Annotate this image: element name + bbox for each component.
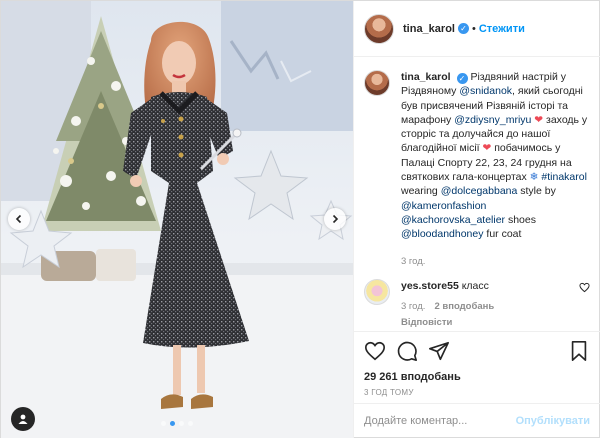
mention-link[interactable]: @dolcegabbana <box>441 185 518 197</box>
comment-meta: 3 год. 2 вподобань <box>401 300 563 314</box>
user-tag-icon <box>18 414 28 424</box>
caption-time[interactable]: 3 год. <box>401 255 590 269</box>
carousel-indicator <box>1 421 353 426</box>
like-comment-heart-icon[interactable] <box>579 282 590 293</box>
chevron-left-icon <box>15 214 22 224</box>
comment-username[interactable]: yes.store55 <box>401 280 459 292</box>
mention-link[interactable]: @kachorovska_atelier <box>401 214 505 226</box>
caption-text: fur coat <box>483 228 522 241</box>
comment-body: yes.store55 класс 3 год. 2 вподобань Від… <box>401 279 563 330</box>
caption-username[interactable]: tina_karol <box>401 71 451 83</box>
avatar[interactable] <box>364 278 390 305</box>
post-header: tina_karol ✓ • Стежити <box>354 1 600 57</box>
comment-icon[interactable] <box>396 340 418 362</box>
post-card: tina_karol ✓ • Стежити tina_karol ✓ Різд… <box>0 0 600 438</box>
caption: tina_karol ✓ Різдвяний настрій у Різдвян… <box>401 70 590 269</box>
mention-link[interactable]: @bloodandhoney <box>401 228 483 240</box>
post-actions: 29 261 вподобань 3 ГОД ТОМУ <box>354 331 600 397</box>
comments-section[interactable]: tina_karol ✓ Різдвяний настрій у Різдвян… <box>354 58 600 330</box>
caption-text: shoes <box>505 213 536 226</box>
mention-link[interactable]: @zdiysny_mriyu <box>454 114 531 126</box>
publish-button[interactable]: Опублікувати <box>516 415 590 427</box>
comment-row: yes.store55 класс 3 год. 2 вподобань Від… <box>364 278 590 330</box>
caption-text: style by <box>517 185 556 198</box>
separator: • <box>471 22 476 35</box>
carousel-dot <box>179 421 184 426</box>
add-comment-bar: Опублікувати <box>354 403 600 438</box>
heart-icon[interactable] <box>364 340 386 362</box>
verified-badge-icon: ✓ <box>457 23 469 34</box>
likes-count[interactable]: 29 261 вподобань <box>364 371 590 383</box>
post-details-panel: tina_karol ✓ • Стежити tina_karol ✓ Різд… <box>353 1 600 438</box>
mention-link[interactable]: @kameronfashion <box>401 200 486 212</box>
username-link[interactable]: tina_karol <box>403 23 455 35</box>
carousel-dot <box>161 421 166 426</box>
caption-row: tina_karol ✓ Різдвяний настрій у Різдвян… <box>364 70 590 269</box>
share-icon[interactable] <box>428 340 450 362</box>
post-photo[interactable] <box>1 1 353 438</box>
comment-likes[interactable]: 2 вподобань <box>434 300 494 314</box>
snowflake-icon: ❄ <box>529 171 539 184</box>
action-icons <box>364 338 590 364</box>
caption-text: wearing <box>401 185 441 198</box>
follow-button[interactable]: Стежити <box>479 23 525 35</box>
photo-illustration <box>1 1 353 438</box>
comment-input[interactable] <box>364 415 516 427</box>
mention-link[interactable]: @snidanok <box>459 85 512 97</box>
previous-slide-button[interactable] <box>8 208 30 230</box>
carousel-dot <box>188 421 193 426</box>
avatar[interactable] <box>364 70 390 96</box>
verified-badge-icon: ✓ <box>456 73 468 84</box>
user-tags-button[interactable] <box>11 407 35 431</box>
reply-button[interactable]: Відповісти <box>401 316 563 330</box>
avatar[interactable] <box>364 13 394 44</box>
comment-time[interactable]: 3 год. <box>401 300 425 314</box>
bookmark-icon[interactable] <box>568 340 590 362</box>
red-heart-emoji-icon: ❤ <box>482 142 492 155</box>
carousel-dot-active <box>170 421 175 426</box>
comment-text: класс <box>461 279 489 292</box>
red-heart-emoji-icon: ❤ <box>534 113 544 126</box>
chevron-right-icon <box>332 214 339 224</box>
post-timestamp[interactable]: 3 ГОД ТОМУ <box>364 388 590 397</box>
hashtag-link[interactable]: #tinakarol <box>541 171 587 183</box>
next-slide-button[interactable] <box>324 208 346 230</box>
